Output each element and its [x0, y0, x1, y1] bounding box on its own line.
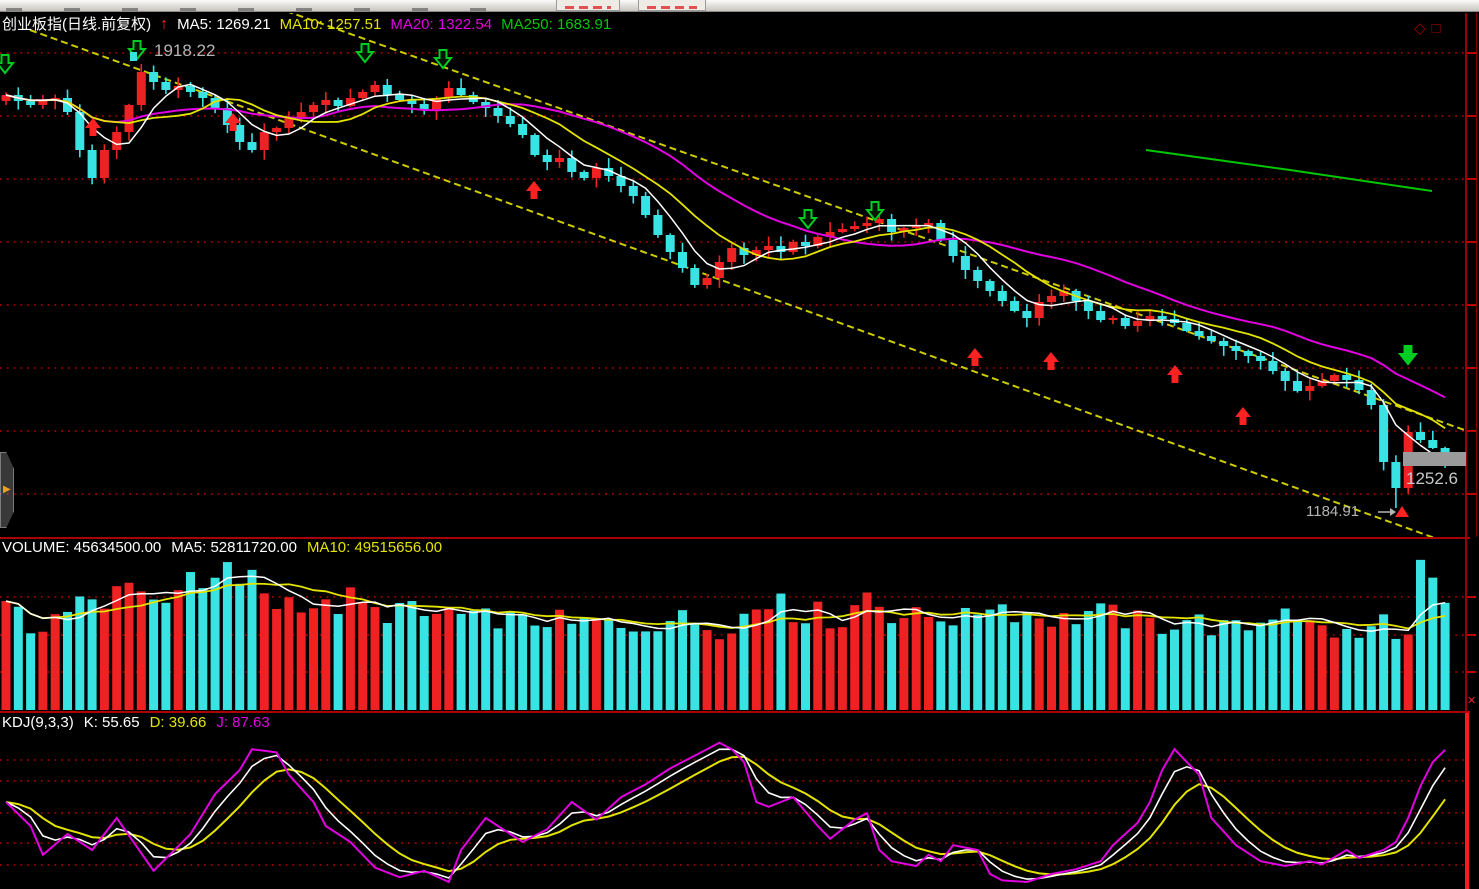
high-price-label: 1918.22 [154, 42, 215, 59]
symbol-title: 创业板指(日线.前复权) [2, 17, 151, 32]
ma20-value: MA20: 1322.54 [390, 17, 492, 32]
window-rect-icon[interactable]: □ [1432, 21, 1441, 36]
kdj-d-value: D: 39.66 [150, 715, 207, 730]
last-price-label: 1252.6 [1406, 470, 1458, 487]
trading-app-window: 创业板指(日线.前复权) ↑ MA5: 1269.21 MA10: 1257.5… [0, 0, 1479, 889]
kdj-name: KDJ(9,3,3) [2, 715, 74, 730]
handle-arrow-icon: ▶ [3, 484, 11, 495]
volume-value: VOLUME: 45634500.00 [2, 540, 161, 555]
volume-ma10-value: MA10: 49515656.00 [307, 540, 442, 555]
ma250-value: MA250: 1683.91 [501, 17, 611, 32]
kdj-j-value: J: 87.63 [216, 715, 269, 730]
kdj-header: KDJ(9,3,3) K: 55.65 D: 39.66 J: 87.63 [2, 715, 270, 730]
volume-ma5-value: MA5: 52811720.00 [171, 540, 297, 555]
trend-up-icon: ↑ [160, 17, 168, 33]
ma10-value: MA10: 1257.51 [280, 17, 382, 32]
volume-header: VOLUME: 45634500.00 MA5: 52811720.00 MA1… [2, 540, 442, 555]
chart-title-row: 创业板指(日线.前复权) ↑ MA5: 1269.21 MA10: 1257.5… [2, 17, 611, 33]
ma5-value: MA5: 1269.21 [177, 17, 270, 32]
low-price-label: 1184.91 [1306, 504, 1359, 519]
corner-tools: ◇ □ [1414, 21, 1441, 36]
diamond-icon[interactable]: ◇ [1414, 21, 1426, 36]
panel-resize-icon[interactable]: ✕ [1467, 696, 1476, 707]
main-chart-canvas[interactable] [0, 0, 1479, 889]
kdj-k-value: K: 55.65 [84, 715, 140, 730]
